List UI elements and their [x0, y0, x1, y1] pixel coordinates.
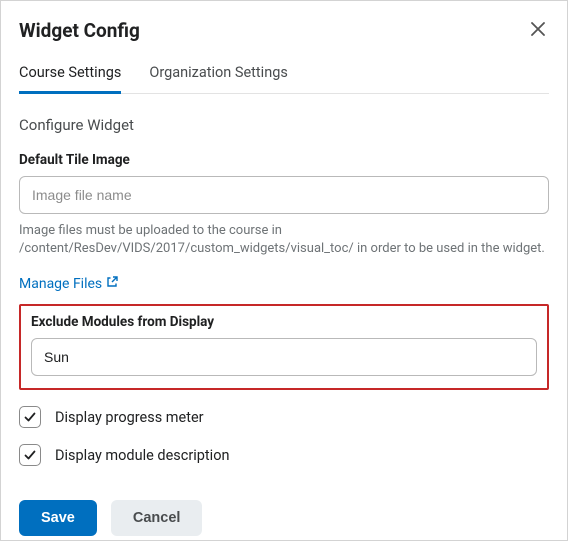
checkbox-description[interactable]	[19, 444, 41, 466]
checkbox-description-row: Display module description	[19, 444, 549, 466]
tab-organization-settings[interactable]: Organization Settings	[149, 64, 288, 94]
exclude-modules-label: Exclude Modules from Display	[31, 314, 537, 330]
exclude-modules-group: Exclude Modules from Display	[19, 304, 549, 390]
checkbox-progress[interactable]	[19, 406, 41, 428]
tab-course-settings[interactable]: Course Settings	[19, 64, 121, 94]
dialog-header: Widget Config	[19, 19, 549, 42]
checkbox-description-label: Display module description	[55, 447, 229, 464]
manage-files-row: Manage Files	[19, 276, 549, 292]
close-icon	[531, 20, 545, 40]
checkbox-progress-label: Display progress meter	[55, 409, 204, 426]
default-tile-label: Default Tile Image	[19, 152, 549, 168]
widget-config-dialog: Widget Config Course Settings Organizati…	[0, 0, 568, 541]
manage-files-link[interactable]: Manage Files	[19, 276, 118, 292]
dialog-title: Widget Config	[19, 19, 140, 42]
checkmark-icon	[23, 448, 37, 462]
cancel-button[interactable]: Cancel	[111, 500, 203, 536]
checkbox-progress-row: Display progress meter	[19, 406, 549, 428]
save-button[interactable]: Save	[19, 500, 97, 536]
exclude-modules-input[interactable]	[31, 338, 537, 376]
default-tile-help: Image files must be uploaded to the cour…	[19, 222, 549, 258]
default-tile-input[interactable]	[19, 176, 549, 214]
manage-files-label: Manage Files	[19, 276, 102, 292]
checkmark-icon	[23, 410, 37, 424]
section-heading: Configure Widget	[19, 116, 549, 134]
external-link-icon	[106, 276, 118, 292]
dialog-actions: Save Cancel	[19, 500, 549, 536]
close-button[interactable]	[527, 19, 549, 41]
tabs-bar: Course Settings Organization Settings	[19, 64, 549, 94]
